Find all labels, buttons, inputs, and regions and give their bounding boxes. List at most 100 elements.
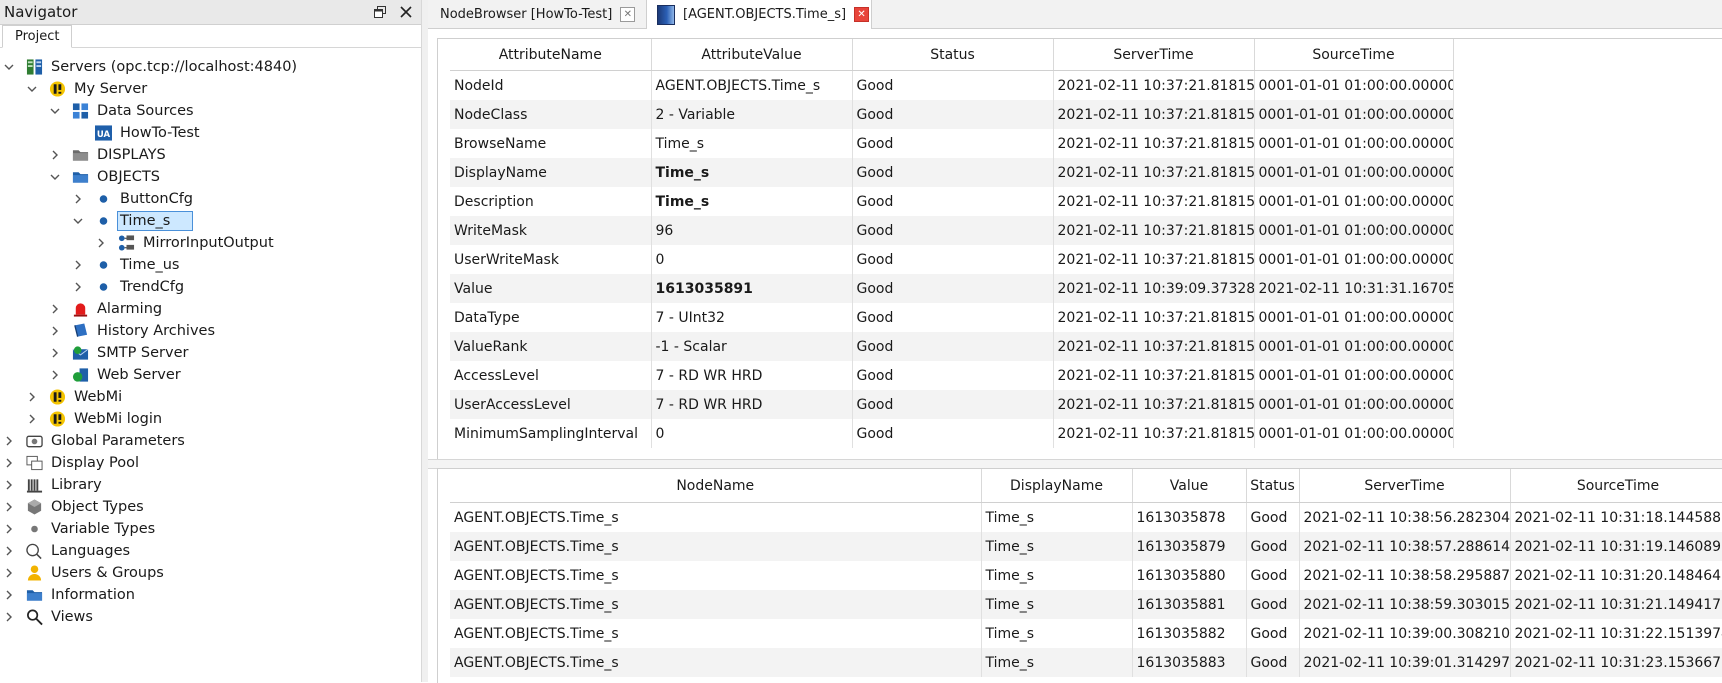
server-time-cell[interactable]: 2021-02-11 10:37:21.8181538	[1053, 129, 1255, 158]
server-time-cell[interactable]: 2021-02-11 10:37:21.8181538	[1053, 245, 1255, 274]
value-cell[interactable]: 1613035883	[1132, 648, 1247, 677]
column-header[interactable]: SourceTime	[1510, 469, 1722, 503]
attribute-value-cell[interactable]: Time_s	[651, 129, 853, 158]
table-row[interactable]: UserWriteMask 0 Good 2021-02-11 10:37:21.81…	[450, 245, 1454, 274]
chevron-down-icon[interactable]	[48, 100, 62, 122]
display-name-cell[interactable]: Time_s	[981, 619, 1133, 648]
column-header[interactable]: ServerTime	[1299, 469, 1511, 503]
table-row[interactable]: AGENT.OBJECTS.Time_s Time_s 1613035880 Good…	[450, 561, 1722, 590]
value-cell[interactable]: 1613035881	[1132, 590, 1247, 619]
tree-item-howto-test[interactable]: UA HowTo-Test	[71, 122, 202, 144]
server-time-cell[interactable]: 2021-02-11 10:37:21.8181538	[1053, 303, 1255, 332]
table-row[interactable]: AGENT.OBJECTS.Time_s Time_s 1613035882 Good…	[450, 619, 1722, 648]
close-panel-icon[interactable]	[396, 2, 416, 22]
value-cell[interactable]: 1613035882	[1132, 619, 1247, 648]
server-time-cell[interactable]: 2021-02-11 10:39:00.3082106	[1299, 619, 1511, 648]
display-name-cell[interactable]: Time_s	[981, 532, 1133, 561]
column-header[interactable]: DisplayName	[981, 469, 1133, 503]
attribute-name-cell[interactable]: Value	[450, 274, 652, 303]
source-time-cell[interactable]: 0001-01-01 01:00:00.0000000	[1254, 100, 1454, 129]
attribute-name-cell[interactable]: DisplayName	[450, 158, 652, 187]
tree-item-webmi[interactable]: WebMi	[25, 386, 124, 408]
attribute-name-cell[interactable]: WriteMask	[450, 216, 652, 245]
attribute-value-cell[interactable]: 7 - RD WR HRD	[651, 361, 853, 390]
float-window-icon[interactable]	[370, 2, 390, 22]
display-name-cell[interactable]: Time_s	[981, 590, 1133, 619]
source-time-cell[interactable]: 0001-01-01 01:00:00.0000000	[1254, 390, 1454, 419]
tree-item-languages[interactable]: Languages	[2, 540, 132, 562]
server-time-cell[interactable]: 2021-02-11 10:37:21.8181538	[1053, 187, 1255, 216]
status-cell[interactable]: Good	[1246, 590, 1300, 619]
tree-item-display-pool[interactable]: Display Pool	[2, 452, 141, 474]
column-header[interactable]: NodeName	[450, 469, 982, 503]
status-cell[interactable]: Good	[852, 274, 1054, 303]
attribute-value-cell[interactable]: AGENT.OBJECTS.Time_s	[651, 70, 853, 100]
chevron-right-icon[interactable]	[48, 320, 62, 342]
tab-time-s-close-icon[interactable]: ✕	[854, 7, 870, 22]
tree-item-alarming[interactable]: Alarming	[48, 298, 164, 320]
tree-item-buttoncfg[interactable]: ButtonCfg	[71, 188, 195, 210]
source-time-cell[interactable]: 2021-02-11 10:31:23.1536676	[1510, 648, 1722, 677]
status-cell[interactable]: Good	[1246, 502, 1300, 532]
chevron-down-icon[interactable]	[25, 78, 39, 100]
chevron-right-icon[interactable]	[2, 474, 16, 496]
tree-item-views[interactable]: Views	[2, 606, 95, 628]
node-name-cell[interactable]: AGENT.OBJECTS.Time_s	[450, 502, 982, 532]
source-time-cell[interactable]: 2021-02-11 10:31:19.1460896	[1510, 532, 1722, 561]
chevron-down-icon[interactable]	[2, 56, 16, 78]
status-cell[interactable]: Good	[852, 332, 1054, 361]
server-time-cell[interactable]: 2021-02-11 10:39:01.3142978	[1299, 648, 1511, 677]
column-header[interactable]: ServerTime	[1053, 39, 1255, 71]
chevron-right-icon[interactable]	[94, 232, 108, 254]
chevron-right-icon[interactable]	[48, 364, 62, 386]
chevron-right-icon[interactable]	[48, 298, 62, 320]
attribute-name-cell[interactable]: DataType	[450, 303, 652, 332]
server-time-cell[interactable]: 2021-02-11 10:37:21.8181538	[1053, 332, 1255, 361]
table-row[interactable]: UserAccessLevel 7 - RD WR HRD Good 2021-02-…	[450, 390, 1454, 419]
chevron-right-icon[interactable]	[25, 386, 39, 408]
chevron-right-icon[interactable]	[71, 254, 85, 276]
chevron-right-icon[interactable]	[2, 518, 16, 540]
column-header[interactable]: SourceTime	[1254, 39, 1454, 71]
attribute-value-cell[interactable]: 7 - UInt32	[651, 303, 853, 332]
node-name-cell[interactable]: AGENT.OBJECTS.Time_s	[450, 590, 982, 619]
column-header[interactable]: Value	[1132, 469, 1247, 503]
chevron-right-icon[interactable]	[2, 496, 16, 518]
attribute-value-cell[interactable]: 96	[651, 216, 853, 245]
status-cell[interactable]: Good	[1246, 532, 1300, 561]
chevron-right-icon[interactable]	[2, 452, 16, 474]
chevron-right-icon[interactable]	[2, 540, 16, 562]
status-cell[interactable]: Good	[852, 187, 1054, 216]
tree-item-smtp-server[interactable]: SMTP Server	[48, 342, 190, 364]
tree-item-my-server[interactable]: My Server	[25, 78, 149, 100]
tree-item-webmi-login[interactable]: WebMi login	[25, 408, 164, 430]
status-cell[interactable]: Good	[852, 419, 1054, 448]
source-time-cell[interactable]: 2021-02-11 10:31:18.1445889	[1510, 502, 1722, 532]
server-time-cell[interactable]: 2021-02-11 10:37:21.8181538	[1053, 70, 1255, 100]
tree-item-users-groups[interactable]: Users & Groups	[2, 562, 166, 584]
source-time-cell[interactable]: 0001-01-01 01:00:00.0000000	[1254, 216, 1454, 245]
status-cell[interactable]: Good	[852, 245, 1054, 274]
tab-nodebrowser-close-icon[interactable]: ✕	[620, 6, 636, 22]
chevron-right-icon[interactable]	[2, 562, 16, 584]
table-row[interactable]: AGENT.OBJECTS.Time_s Time_s 1613035879 Good…	[450, 532, 1722, 561]
table-row[interactable]: DataType 7 - UInt32 Good 2021-02-11 10:37:2…	[450, 303, 1454, 332]
attribute-value-cell[interactable]: Time_s	[651, 158, 853, 187]
tree-item-trendcfg[interactable]: TrendCfg	[71, 276, 186, 298]
table-row[interactable]: AGENT.OBJECTS.Time_s Time_s 1613035883 Good…	[450, 648, 1722, 677]
chevron-right-icon[interactable]	[25, 408, 39, 430]
display-name-cell[interactable]: Time_s	[981, 502, 1133, 532]
attribute-value-cell[interactable]: -1 - Scalar	[651, 332, 853, 361]
node-name-cell[interactable]: AGENT.OBJECTS.Time_s	[450, 619, 982, 648]
server-time-cell[interactable]: 2021-02-11 10:37:21.8181538	[1053, 390, 1255, 419]
source-time-cell[interactable]: 2021-02-11 10:31:20.1484645	[1510, 561, 1722, 590]
tree-item-servers-opc-tcp-localhost-4840[interactable]: Servers (opc.tcp://localhost:4840)	[2, 56, 299, 78]
column-header[interactable]: AttributeValue	[651, 39, 853, 71]
source-time-cell[interactable]: 0001-01-01 01:00:00.0000000	[1254, 303, 1454, 332]
server-time-cell[interactable]: 2021-02-11 10:37:21.8181538	[1053, 100, 1255, 129]
source-time-cell[interactable]: 2021-02-11 10:31:31.1670513	[1254, 274, 1454, 303]
attribute-name-cell[interactable]: AccessLevel	[450, 361, 652, 390]
attribute-value-cell[interactable]: 0	[651, 245, 853, 274]
chevron-right-icon[interactable]	[2, 430, 16, 452]
tree-item-library[interactable]: Library	[2, 474, 104, 496]
